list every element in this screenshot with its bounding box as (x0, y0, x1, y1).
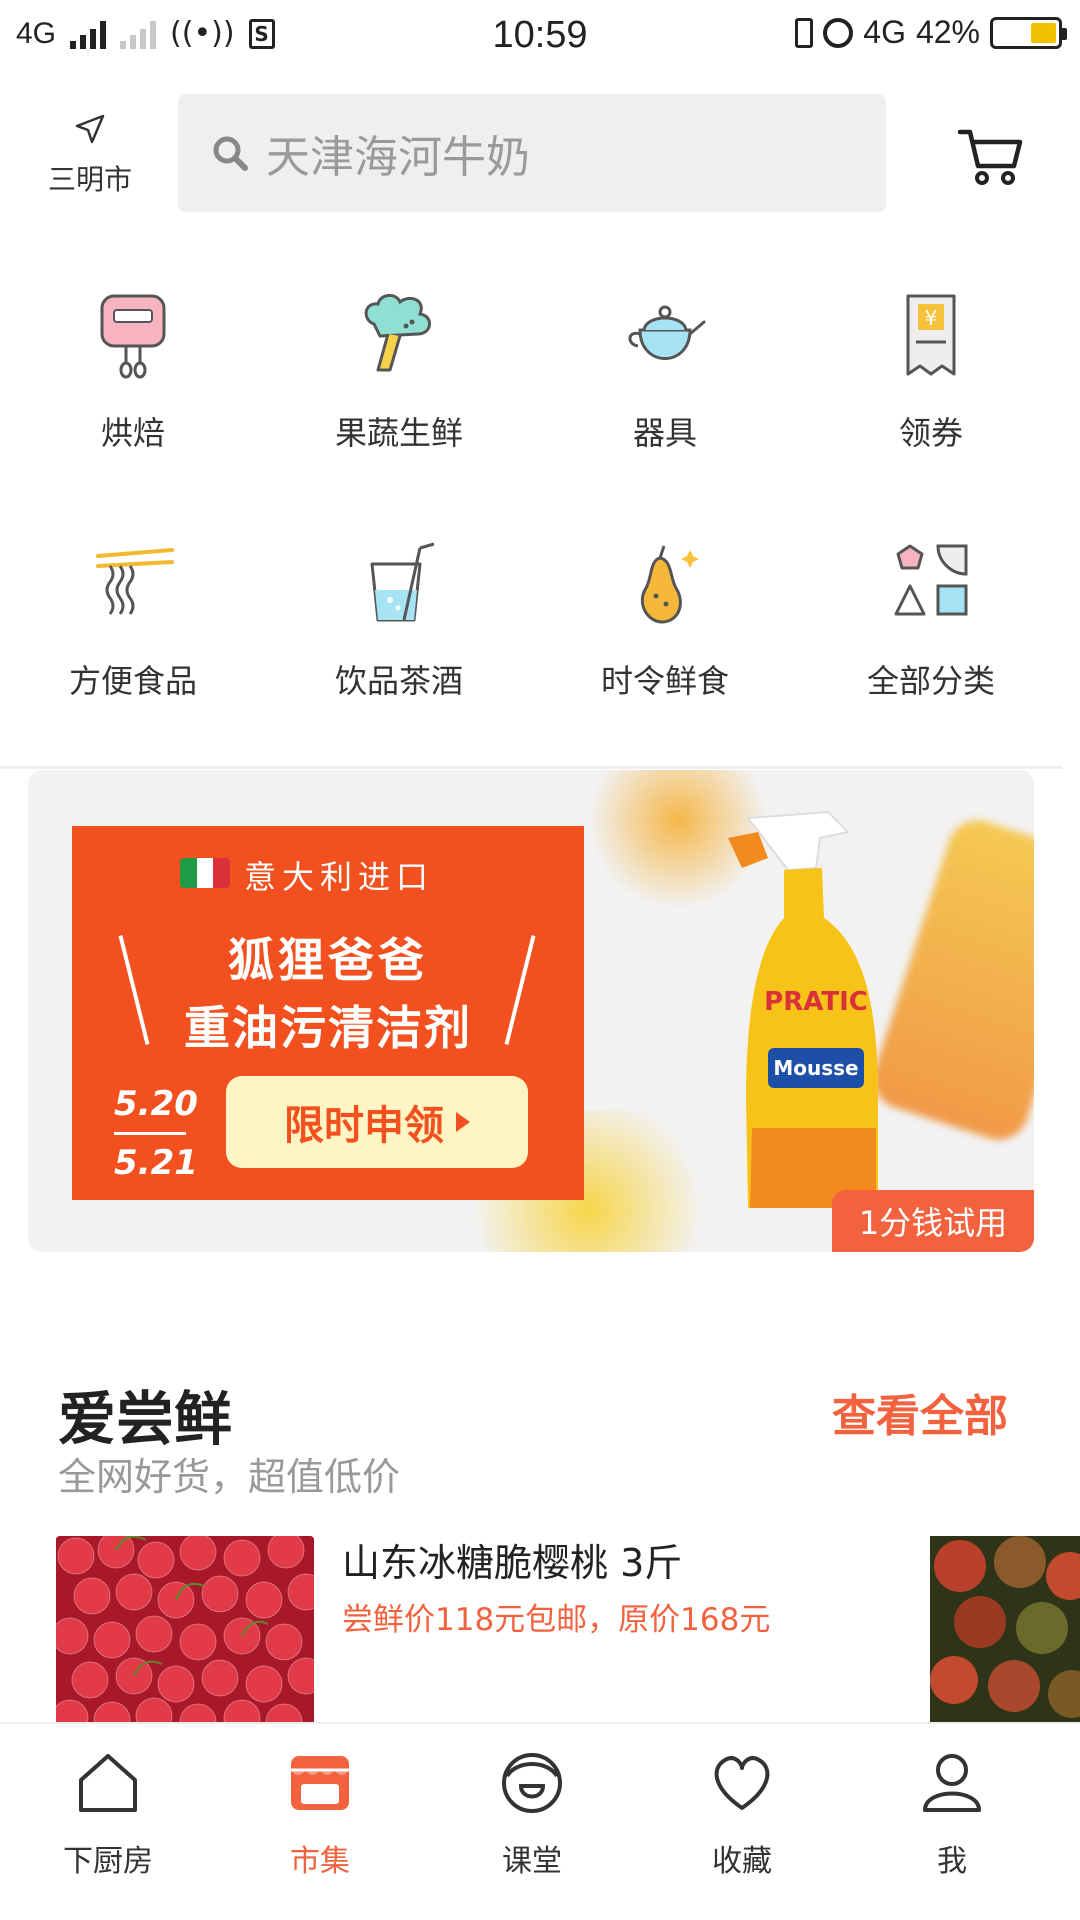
category-drinks[interactable]: 饮品茶酒 (266, 538, 532, 702)
category-label: 领券 (898, 414, 963, 452)
alarm-icon (823, 17, 854, 48)
coupon-icon: ¥ (906, 294, 956, 376)
person-icon (923, 1754, 981, 1812)
category-label: 烘焙 (100, 414, 165, 452)
house-icon (79, 1754, 137, 1812)
tab-me[interactable]: 我 (862, 1748, 1042, 1880)
classroom-icon (502, 1753, 562, 1813)
svg-text:PRATIC: PRATIC (764, 987, 868, 1017)
banner-product: 重油污清洁剂 (184, 1001, 472, 1055)
product-image-tomatoes[interactable] (930, 1536, 1080, 1726)
tab-home[interactable]: 下厨房 (18, 1748, 198, 1880)
category-label: 饮品茶酒 (334, 662, 463, 700)
search-input[interactable]: 天津海河牛奶 (178, 94, 886, 212)
noodles-icon (96, 548, 174, 615)
tab-favorites[interactable]: 收藏 (652, 1748, 832, 1880)
tab-label: 市集 (290, 1844, 350, 1879)
play-arrow-icon (456, 1112, 470, 1132)
search-placeholder: 天津海河牛奶 (266, 132, 530, 183)
product-image-cherries[interactable] (56, 1536, 314, 1726)
network-type-right: 4G (863, 14, 906, 50)
tab-label: 收藏 (712, 1844, 772, 1879)
teapot-icon (628, 305, 706, 360)
category-utensils[interactable]: 器具 (532, 290, 798, 454)
status-bar: 4G ((•)) S 10:59 4G 42% (0, 0, 1080, 76)
status-right: 4G 42% (795, 14, 1067, 51)
battery-percent: 42% (915, 14, 980, 50)
product-name[interactable]: 山东冰糖脆樱桃 3斤 (342, 1532, 682, 1587)
tab-label: 我 (937, 1844, 967, 1879)
location-label: 三明市 (47, 163, 132, 196)
date-end: 5.21 (114, 1143, 198, 1183)
drink-icon (370, 542, 435, 622)
location-selector[interactable]: 三明市 (30, 112, 150, 198)
svg-text:Mousse: Mousse (773, 1056, 858, 1080)
vibrate-icon (795, 17, 814, 48)
category-all[interactable]: 全部分类 (798, 538, 1064, 702)
product-price: 尝鲜价118元包邮，原价168元 (342, 1602, 771, 1638)
shapes-icon (894, 544, 968, 616)
category-baking[interactable]: 烘焙 (0, 290, 266, 454)
trial-badge: 1分钱试用 (832, 1190, 1034, 1252)
product-image-blurred (865, 812, 1034, 1148)
category-label: 全部分类 (866, 662, 995, 700)
tab-market[interactable]: 市集 (230, 1748, 410, 1880)
tab-label: 下厨房 (63, 1844, 153, 1879)
category-label: 时令鲜食 (600, 662, 729, 700)
italy-flag-icon (180, 858, 230, 888)
category-label: 器具 (632, 414, 697, 452)
category-convenience-food[interactable]: 方便食品 (0, 538, 266, 702)
header: 三明市 天津海河牛奶 (0, 76, 1080, 216)
banner-brand: 狐狸爸爸 (228, 933, 428, 987)
section-divider (0, 766, 1062, 769)
banner-dates: 5.20 5.21 (114, 1078, 198, 1189)
claim-button[interactable]: 限时申领 (226, 1076, 528, 1168)
category-seasonal[interactable]: 时令鲜食 (532, 538, 798, 702)
search-icon (213, 136, 248, 171)
section-subtitle: 全网好货，超值低价 (58, 1455, 401, 1499)
tomatoes-image (930, 1536, 1080, 1726)
tab-classroom[interactable]: 课堂 (442, 1748, 622, 1880)
banner-origin: 意大利进口 (244, 858, 435, 896)
section-title: 爱尝鲜 (58, 1385, 233, 1453)
mixer-icon (100, 294, 166, 379)
category-label: 方便食品 (68, 662, 197, 700)
promo-panel: 意大利进口 狐狸爸爸 重油污清洁剂 5.20 5.21 限时申领 (72, 826, 584, 1200)
tab-label: 课堂 (502, 1844, 562, 1879)
category-fresh-produce[interactable]: 果蔬生鲜 (266, 290, 532, 454)
promo-banner[interactable]: 意大利进口 狐狸爸爸 重油污清洁剂 5.20 5.21 限时申领 Mousse … (28, 770, 1034, 1252)
category-label: 果蔬生鲜 (334, 414, 463, 452)
date-start: 5.20 (114, 1084, 198, 1124)
claim-label: 限时申领 (284, 1103, 444, 1149)
pear-icon (640, 545, 699, 624)
category-coupons[interactable]: ¥ 领券 (798, 290, 1064, 454)
bottom-tab-bar: 下厨房 市集 课堂 收藏 我 (0, 1722, 1080, 1920)
view-all-link[interactable]: 查看全部 (832, 1380, 1008, 1444)
broccoli-icon (364, 294, 431, 372)
market-icon (291, 1756, 349, 1810)
spray-bottle-image: Mousse PRATIC (728, 810, 878, 1208)
svg-text:¥: ¥ (925, 306, 938, 330)
navigation-arrow-icon (75, 114, 105, 144)
shopping-cart-icon[interactable] (956, 122, 1026, 192)
heart-icon (714, 1756, 770, 1810)
battery-icon (990, 16, 1067, 49)
cherries-image (56, 1536, 314, 1726)
